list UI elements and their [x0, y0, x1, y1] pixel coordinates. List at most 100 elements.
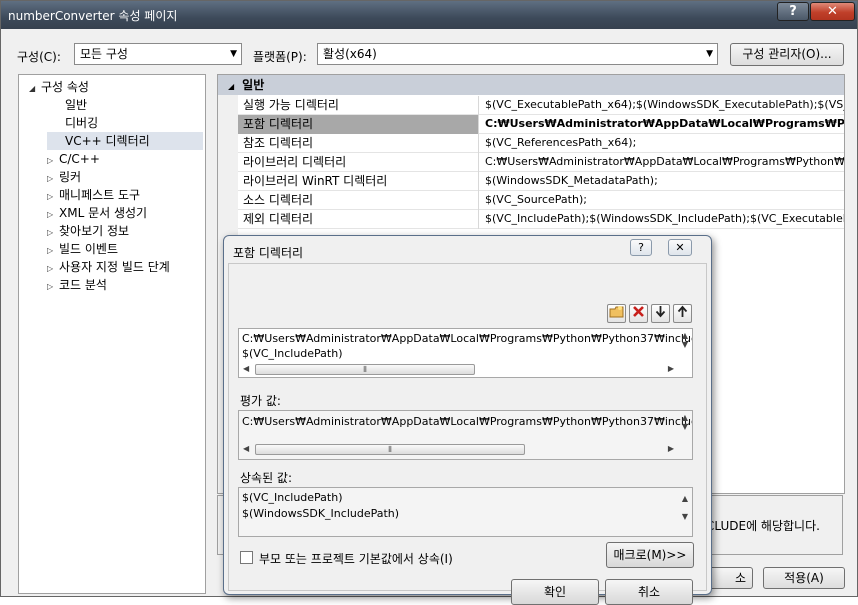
tree-item[interactable]: ▷ XML 문서 생성기 [47, 204, 203, 222]
platform-label: 플랫폼(P): [253, 50, 307, 64]
evaluated-label: 평가 값: [240, 394, 281, 408]
tree-root[interactable]: ◢ 구성 속성 [29, 78, 89, 96]
horizontal-scrollbar[interactable]: ◀ ⦀ ▶ [241, 443, 676, 456]
move-up-icon[interactable] [673, 304, 692, 323]
tree-item-label: XML 문서 생성기 [59, 206, 148, 220]
tree-item-label: 일반 [65, 98, 88, 112]
evaluated-value-box[interactable]: C:₩Users₩Administrator₩AppData₩Local₩Pro… [238, 410, 693, 460]
new-folder-icon[interactable] [607, 304, 626, 323]
inherit-checkbox-label: 부모 또는 프로젝트 기본값에서 상속(I) [259, 552, 453, 566]
inherited-value-box[interactable]: $(VC_IncludePath) $(WindowsSDK_IncludePa… [238, 487, 693, 537]
title-bar[interactable]: numberConverter 속성 페이지 ? ✕ [1, 1, 857, 29]
collapse-triangle-icon[interactable]: ◢ [228, 82, 234, 91]
tree-item-label: 찾아보기 정보 [59, 224, 130, 238]
property-value[interactable]: $(VC_ExecutablePath_x64);$(WindowsSDK_Ex… [481, 96, 844, 115]
horizontal-scrollbar[interactable]: ◀ ⦀ ▶ [241, 363, 676, 376]
include-directories-dialog: 포함 디렉터리 ? ✕ C:₩Users₩Administrator₩AppDa… [223, 235, 712, 605]
collapse-triangle-icon[interactable]: ◢ [29, 80, 41, 98]
tree-item[interactable]: ▷ C/C++ [47, 150, 203, 168]
edit-line: C:₩Users₩Administrator₩AppData₩Local₩Pro… [242, 332, 693, 345]
delete-icon[interactable] [629, 304, 648, 323]
config-manager-button[interactable]: 구성 관리자(O)... [730, 43, 844, 66]
platform-select[interactable]: 활성(x64) ▼ [317, 43, 718, 65]
property-value[interactable]: $(VC_ReferencesPath_x64); [481, 134, 844, 153]
edit-line: $(VC_IncludePath) [242, 347, 343, 360]
macro-button[interactable]: 매크로(M)>> [606, 542, 694, 568]
vertical-scrollbar[interactable]: ▲ ▼ [678, 490, 692, 534]
platform-select-value: 활성(x64) [323, 47, 377, 61]
ok-button[interactable]: 확인 [511, 579, 599, 605]
property-row[interactable]: 포함 디렉터리 C:₩Users₩Administrator₩AppData₩Lo… [238, 115, 844, 134]
dialog-title: 포함 디렉터리 [233, 246, 304, 260]
property-value[interactable]: $(WindowsSDK_MetadataPath); [481, 172, 844, 191]
expand-triangle-icon[interactable]: ▷ [47, 278, 59, 296]
config-label: 구성(C): [17, 50, 61, 64]
property-value[interactable]: $(VC_IncludePath);$(WindowsSDK_IncludePa… [481, 210, 844, 229]
config-select-value: 모든 구성 [80, 47, 128, 61]
tree-item-label: 코드 분석 [59, 278, 107, 292]
vertical-scrollbar[interactable]: ▲ ▼ [678, 331, 692, 357]
help-button[interactable]: ? [777, 2, 809, 21]
scroll-right-icon[interactable]: ▶ [668, 364, 674, 373]
tree-root-label: 구성 속성 [41, 80, 89, 94]
dialog-help-button[interactable]: ? [630, 239, 652, 256]
inherited-line: $(WindowsSDK_IncludePath) [242, 507, 400, 520]
property-name: 제외 디렉터리 [238, 210, 479, 229]
dialog-close-button[interactable]: ✕ [668, 239, 692, 256]
chevron-down-icon: ▼ [706, 49, 713, 59]
tree-item-label: 매니페스트 도구 [59, 188, 141, 202]
description-text: CLUDE에 해당합니다. [706, 519, 820, 533]
tree-item-label: C/C++ [59, 152, 100, 166]
tree-item[interactable]: ▷ 매니페스트 도구 [47, 186, 203, 204]
dialog-body: C:₩Users₩Administrator₩AppData₩Local₩Pro… [228, 263, 707, 605]
property-name: 실행 가능 디렉터리 [238, 96, 479, 115]
tree-item-label: VC++ 디렉터리 [65, 134, 150, 148]
grid-section-header[interactable]: ◢ 일반 [218, 75, 844, 95]
scroll-left-icon[interactable]: ◀ [243, 364, 249, 373]
property-row[interactable]: 라이브러리 디렉터리 C:₩Users₩Administrator₩AppData… [238, 153, 844, 172]
tree-item-label: 사용자 지정 빌드 단계 [59, 260, 170, 274]
cancel-button[interactable]: 취소 [605, 579, 693, 605]
tree-item[interactable]: 디버깅 [47, 114, 203, 132]
property-value[interactable]: C:₩Users₩Administrator₩AppData₩Local₩Pro… [481, 115, 844, 134]
cancel-main-button[interactable]: 소 [705, 567, 753, 589]
property-row[interactable]: 실행 가능 디렉터리 $(VC_ExecutablePath_x64);$(Win… [238, 96, 844, 115]
tree-item[interactable]: ▷ 사용자 지정 빌드 단계 [47, 258, 203, 276]
tree-item[interactable]: ▷ 찾아보기 정보 [47, 222, 203, 240]
property-name: 참조 디렉터리 [238, 134, 479, 153]
property-row[interactable]: 참조 디렉터리 $(VC_ReferencesPath_x64); [238, 134, 844, 153]
property-row[interactable]: 라이브러리 WinRT 디렉터리 $(WindowsSDK_MetadataPat… [238, 172, 844, 191]
chevron-down-icon: ▼ [230, 49, 237, 59]
inherited-label: 상속된 값: [240, 471, 293, 485]
close-button[interactable]: ✕ [810, 2, 855, 21]
property-row[interactable]: 제외 디렉터리 $(VC_IncludePath);$(WindowsSDK_In… [238, 210, 844, 229]
tree-item[interactable]: 일반 [47, 96, 203, 114]
property-value[interactable]: C:₩Users₩Administrator₩AppData₩Local₩Pro… [481, 153, 844, 172]
tree-item[interactable]: ▷ 링커 [47, 168, 203, 186]
inherited-line: $(VC_IncludePath) [242, 491, 343, 504]
property-row[interactable]: 소스 디렉터리 $(VC_SourcePath); [238, 191, 844, 210]
scroll-left-icon[interactable]: ◀ [243, 444, 249, 453]
property-value[interactable]: $(VC_SourcePath); [481, 191, 844, 210]
scroll-thumb[interactable]: ⦀ [255, 444, 525, 455]
scroll-thumb[interactable]: ⦀ [255, 364, 475, 375]
move-down-icon[interactable] [651, 304, 670, 323]
vertical-scrollbar[interactable]: ▲ ▼ [678, 413, 692, 439]
property-name: 라이브러리 WinRT 디렉터리 [238, 172, 479, 191]
scroll-right-icon[interactable]: ▶ [668, 444, 674, 453]
tree-item[interactable]: VC++ 디렉터리 [47, 132, 203, 150]
tree-item-label: 링커 [59, 170, 82, 184]
directory-edit-box[interactable]: C:₩Users₩Administrator₩AppData₩Local₩Pro… [238, 328, 693, 378]
config-select[interactable]: 모든 구성 ▼ [74, 43, 242, 65]
tree-item[interactable]: ▷ 코드 분석 [47, 276, 203, 294]
apply-button[interactable]: 적용(A) [763, 567, 845, 589]
config-tree: ◢ 구성 속성 일반 디버깅 VC++ 디렉터리 ▷ C/C++ ▷ 링커 ▷ 매니페스트 도구 ▷… [18, 74, 206, 594]
tree-item[interactable]: ▷ 빌드 이벤트 [47, 240, 203, 258]
property-name: 포함 디렉터리 [238, 115, 479, 134]
evaluated-line: C:₩Users₩Administrator₩AppData₩Local₩Pro… [242, 415, 693, 428]
window-title: numberConverter 속성 페이지 [8, 9, 178, 23]
tree-item-label: 빌드 이벤트 [59, 242, 119, 256]
property-name: 소스 디렉터리 [238, 191, 479, 210]
grid-section-title: 일반 [242, 78, 265, 92]
inherit-checkbox[interactable] [240, 551, 253, 564]
